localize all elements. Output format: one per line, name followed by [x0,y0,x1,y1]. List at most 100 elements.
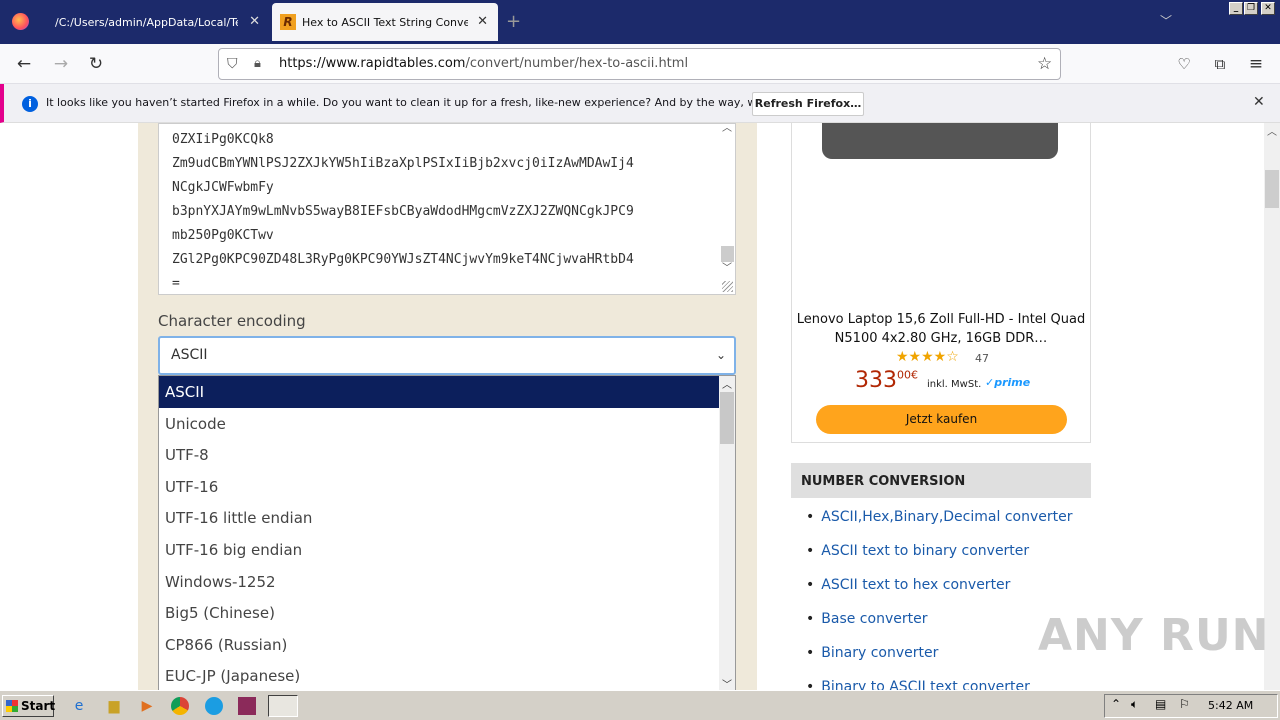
encoding-option[interactable]: EUC-JP (Japanese) [159,660,719,690]
restore-icon[interactable]: ❐ [1244,2,1258,15]
scroll-thumb[interactable] [721,246,734,262]
list-tabs-chevron-down-icon[interactable]: ﹀ [1160,12,1172,29]
close-window-icon[interactable]: ✕ [1261,2,1275,15]
number-conversion-heading: NUMBER CONVERSION [791,463,1091,498]
resize-grip-icon[interactable] [722,281,733,292]
extensions-icon[interactable]: ⧉ [1209,53,1231,75]
character-encoding-select[interactable]: ASCII ⌄ [158,336,736,375]
dropdown-scrollbar[interactable]: ︿ ﹀ [719,376,735,690]
product-ad[interactable]: Lenovo Laptop 15,6 Zoll Full-HD - Intel … [791,123,1091,443]
encoding-option[interactable]: Unicode [159,408,719,440]
rating-stars: ★★★★☆ [896,349,959,365]
price-cents: 00€ [897,368,918,382]
tab-temp-file[interactable]: /C:/Users/admin/AppData/Local/Temp/ ✕ [42,0,270,44]
url-text[interactable]: https://www.rapidtables.com/convert/numb… [279,49,688,79]
navigation-toolbar: ← → ↻ ⛉ 🔒︎ https://www.rapidtables.com/c… [0,44,1280,84]
page-scroll-thumb[interactable] [1265,170,1279,208]
clock: 5:42 AM [1208,699,1254,712]
page-scrollbar[interactable]: ︿ [1264,123,1280,690]
chrome-icon[interactable] [171,697,189,715]
edge-icon[interactable] [205,697,223,715]
rapidtables-favicon-icon: R [280,14,296,30]
url-bar[interactable]: ⛉ 🔒︎ https://www.rapidtables.com/convert… [218,48,1061,80]
ad-title[interactable]: Lenovo Laptop 15,6 Zoll Full-HD - Intel … [792,310,1090,348]
scroll-up-icon[interactable]: ︿ [722,376,732,391]
internet-explorer-icon[interactable]: e [70,697,88,715]
notification-message: It looks like you haven’t started Firefo… [46,96,831,109]
menu-icon[interactable]: ≡ [1245,53,1267,75]
start-label: Start [21,699,56,713]
minimize-icon[interactable]: _ [1229,2,1243,15]
info-icon: i [22,96,38,112]
encoding-dropdown-list: ASCII Unicode UTF-8 UTF-16 UTF-16 little… [158,375,736,690]
tax-note: inkl. MwSt. [927,379,982,390]
notification-bar: i It looks like you haven’t started Fire… [0,84,1280,123]
scroll-down-icon[interactable]: ﹀ [722,262,732,276]
reload-icon[interactable]: ↻ [85,53,107,75]
link-label: ASCII,Hex,Binary,Decimal converter [821,509,1073,525]
firefox-taskbar-icon[interactable] [268,695,298,717]
tab-label: Hex to ASCII Text String Converte [302,15,468,29]
link-label: Binary converter [821,645,939,661]
close-icon[interactable]: ✕ [477,14,488,29]
new-tab-button[interactable]: + [506,11,521,32]
tab-hex-converter[interactable]: R Hex to ASCII Text String Converte ✕ [272,3,498,41]
textarea-line: Zm9udCBmYWNlPSJ2ZXJkYW5hIiBzaXplPSIxIiBj… [172,156,634,171]
character-encoding-label: Character encoding [158,312,306,330]
sidebar-link[interactable]: • ASCII text to binary converter [806,543,1029,559]
encoding-option[interactable]: UTF-16 [159,471,719,503]
firefox-icon[interactable] [12,13,29,30]
media-player-icon[interactable]: ▶ [138,697,156,715]
encoding-option[interactable]: Windows-1252 [159,566,719,598]
tab-label: /C:/Users/admin/AppData/Local/Temp/ [55,15,238,29]
price: 33300€ [855,368,918,393]
encoding-option[interactable]: CP866 (Russian) [159,629,719,661]
bookmark-star-icon[interactable]: ☆ [1037,49,1052,79]
flag-icon[interactable]: ⚐ [1179,697,1190,711]
url-path: /convert/number/hex-to-ascii.html [465,56,689,71]
shield-icon[interactable]: ⛉ [227,49,238,79]
winrar-icon[interactable] [238,697,256,715]
back-arrow-icon[interactable]: ← [13,53,35,75]
scroll-up-icon[interactable]: ︿ [722,124,732,136]
sidebar-link[interactable]: • Binary converter [806,645,938,661]
link-label: Base converter [821,611,928,627]
pocket-icon[interactable]: ♡ [1173,53,1195,75]
textarea-line: = [172,276,180,291]
scroll-thumb[interactable] [720,392,734,444]
close-icon[interactable]: ✕ [249,14,260,29]
scroll-up-icon[interactable]: ︿ [1267,123,1277,138]
chevron-up-icon[interactable]: ⌃ [1111,697,1121,711]
windows-logo-icon [6,700,18,712]
scroll-down-icon[interactable]: ﹀ [722,676,732,690]
encoding-option[interactable]: UTF-16 big endian [159,534,719,566]
anyrun-watermark: ANY RUN [1038,610,1270,661]
network-icon[interactable]: ▤ [1155,697,1166,711]
folder-icon[interactable]: ▆ [105,697,123,715]
link-label: ASCII text to binary converter [821,543,1030,559]
chevron-down-icon: ⌄ [715,348,726,362]
link-label: ASCII text to hex converter [821,577,1011,593]
textarea-scrollbar[interactable]: ︿ ﹀ [719,124,735,274]
lock-icon[interactable]: 🔒︎ [254,49,261,79]
encoding-option[interactable]: UTF-16 little endian [159,502,719,534]
volume-icon[interactable]: 🔈︎ [1131,697,1138,712]
buy-now-button[interactable]: Jetzt kaufen [816,405,1067,434]
encoding-option[interactable]: ASCII [159,376,719,408]
tab-bar: /C:/Users/admin/AppData/Local/Temp/ ✕ R … [0,0,1280,44]
page-content: 0ZXIiPg0KCQk8 Zm9udCBmYWNlPSJ2ZXJkYW5hIi… [0,123,1264,690]
sidebar-link[interactable]: • ASCII text to hex converter [806,577,1010,593]
close-icon[interactable]: ✕ [1253,94,1265,110]
link-label: Binary to ASCII text converter [821,679,1030,690]
hex-input-textarea[interactable]: 0ZXIiPg0KCQk8 Zm9udCBmYWNlPSJ2ZXJkYW5hIi… [158,123,736,295]
start-button[interactable]: Start [2,695,56,717]
encoding-option[interactable]: Big5 (Chinese) [159,597,719,629]
textarea-line: ZGl2Pg0KPC90ZD48L3RyPg0KPC90YWJsZT4NCjwv… [172,252,634,267]
sidebar-link[interactable]: • ASCII,Hex,Binary,Decimal converter [806,509,1072,525]
laptop-image [822,123,1058,159]
sidebar-link[interactable]: • Binary to ASCII text converter [806,679,1030,690]
encoding-option[interactable]: UTF-8 [159,439,719,471]
refresh-firefox-button[interactable]: Refresh Firefox… [752,92,864,116]
forward-arrow-icon[interactable]: → [50,53,72,75]
sidebar-link[interactable]: • Base converter [806,611,927,627]
